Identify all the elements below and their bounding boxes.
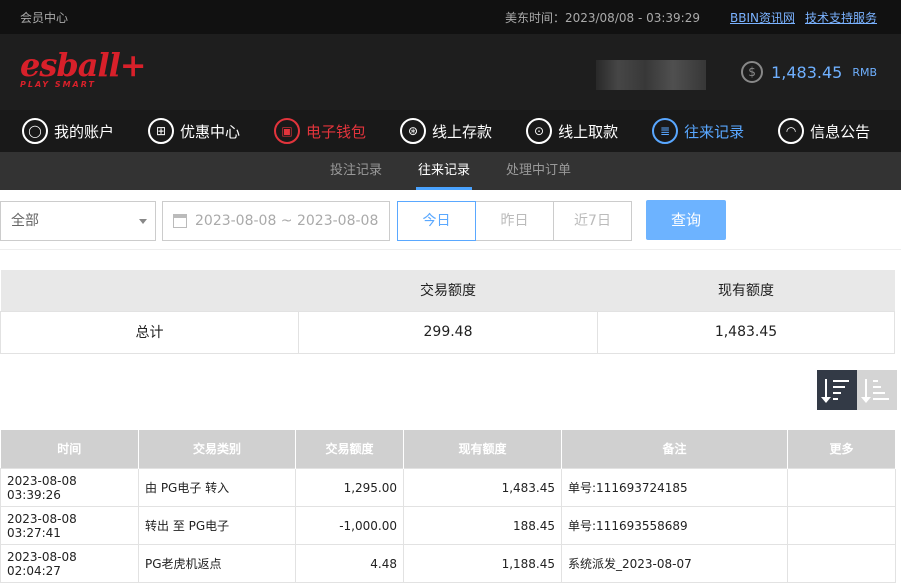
table-row: 2023-08-08 03:27:41 转出 至 PG电子 -1,000.00 …	[0, 506, 896, 545]
date-range-value: 2023-08-08 ~ 2023-08-08	[195, 213, 379, 229]
tab-transaction-records[interactable]: 往来记录	[415, 152, 473, 190]
nav-withdraw[interactable]: ⊙ 线上取款	[526, 118, 618, 144]
wallet-icon: ▣	[274, 118, 301, 144]
nav-announcements[interactable]: ◠ 信息公告	[778, 118, 870, 144]
bell-icon: ◠	[778, 118, 805, 144]
col-type: 交易类别	[138, 429, 296, 469]
user-icon: ◯	[22, 118, 48, 144]
summary-balance: 1,483.45	[597, 310, 895, 354]
today-button[interactable]: 今日	[397, 201, 476, 241]
cell-more[interactable]	[787, 468, 896, 507]
cell-more[interactable]	[787, 544, 896, 583]
last-7-days-button[interactable]: 近7日	[553, 201, 632, 241]
sort-desc-icon	[821, 378, 831, 403]
cell-type: 由 PG电子 转入	[138, 468, 296, 507]
summary-total-label: 总计	[0, 310, 299, 354]
cell-type: PG老虎机返点	[138, 544, 296, 583]
nav-label: 线上取款	[558, 122, 619, 141]
nav-label: 优惠中心	[180, 122, 241, 141]
member-center-label: 会员中心	[20, 10, 69, 25]
nav-e-wallet[interactable]: ▣ 电子钱包	[274, 118, 366, 144]
time-display: 美东时间：2023/08/08 - 03:39:29	[505, 9, 700, 26]
cell-remark: 单号:111693558689	[561, 506, 788, 545]
col-amount: 交易额度	[295, 429, 404, 469]
summary-header	[0, 270, 299, 311]
tech-support-link[interactable]: 技术支持服务	[805, 9, 877, 26]
col-time: 时间	[0, 429, 139, 469]
records-table: 时间 交易类别 交易额度 现有额度 备注 更多 2023-08-08 03:39…	[0, 429, 896, 583]
top-bar-right: 美东时间：2023/08/08 - 03:39:29 BBIN资讯网 技术支持服…	[505, 0, 877, 34]
currency-unit: RMB	[852, 65, 877, 79]
records-header-row: 时间 交易类别 交易额度 现有额度 备注 更多	[0, 429, 896, 469]
balance-amount: 1,483.45	[771, 62, 843, 82]
summary-total-row: 总计 299.48 1,483.45	[0, 310, 895, 354]
summary-amount: 299.48	[298, 310, 598, 354]
sort-ascending-button[interactable]	[857, 369, 897, 410]
type-select[interactable]: 全部	[0, 201, 156, 241]
main-nav: ◯ 我的账户 ⊞ 优惠中心 ▣ 电子钱包 ⊛ 线上存款 ⊙ 线上取款 ≣ 往来记…	[0, 110, 901, 152]
cell-amount: 1,295.00	[295, 468, 404, 507]
time-value: 2023/08/08 - 03:39:29	[564, 10, 700, 25]
gift-icon: ⊞	[148, 118, 175, 144]
table-row: 2023-08-08 03:39:26 由 PG电子 转入 1,295.00 1…	[0, 468, 896, 507]
nav-label: 电子钱包	[306, 122, 367, 141]
cell-balance: 188.45	[403, 506, 562, 545]
cell-balance: 1,188.45	[403, 544, 562, 583]
sub-nav: 投注记录 往来记录 处理中订单	[0, 152, 901, 190]
nav-deposit[interactable]: ⊛ 线上存款	[400, 118, 492, 144]
col-more: 更多	[787, 429, 896, 469]
bbin-news-link[interactable]: BBIN资讯网	[730, 9, 795, 26]
nav-label: 我的账户	[54, 122, 115, 141]
type-select-value: 全部	[11, 213, 39, 229]
sort-controls	[0, 354, 901, 430]
brand-header: esball+ PLAY SMART $ 1,483.45 RMB	[0, 34, 901, 110]
summary-header-row: 交易额度 现有额度	[0, 270, 895, 311]
records-icon: ≣	[652, 118, 679, 144]
nav-records[interactable]: ≣ 往来记录	[652, 118, 744, 144]
time-label: 美东时间：	[504, 10, 565, 25]
cell-time: 2023-08-08 03:39:26	[0, 468, 139, 507]
summary-header: 现有额度	[597, 270, 895, 311]
nav-my-account[interactable]: ◯ 我的账户	[22, 118, 114, 144]
nav-label: 线上存款	[432, 122, 493, 141]
summary-table: 交易额度 现有额度 总计 299.48 1,483.45	[0, 270, 895, 354]
cell-amount: -1,000.00	[295, 506, 404, 545]
deposit-icon: ⊛	[400, 118, 427, 144]
chevron-down-icon	[139, 219, 147, 224]
cell-time: 2023-08-08 03:27:41	[0, 506, 139, 545]
filter-bar: 全部 2023-08-08 ~ 2023-08-08 今日 昨日 近7日 查询	[0, 190, 901, 250]
tab-pending-orders[interactable]: 处理中订单	[504, 152, 573, 190]
cell-more[interactable]	[787, 506, 896, 545]
sort-asc-icon	[861, 378, 871, 403]
balance-display: $ 1,483.45 RMB	[741, 56, 877, 88]
sort-descending-button[interactable]	[817, 369, 857, 410]
redacted-username	[596, 60, 706, 90]
table-row: 2023-08-08 02:04:27 PG老虎机返点 4.48 1,188.4…	[0, 544, 896, 583]
tab-bet-records[interactable]: 投注记录	[328, 152, 384, 190]
yesterday-button[interactable]: 昨日	[475, 201, 554, 241]
logo-text: esball+	[20, 46, 147, 84]
cell-type: 转出 至 PG电子	[138, 506, 296, 545]
cell-balance: 1,483.45	[403, 468, 562, 507]
withdraw-icon: ⊙	[526, 118, 553, 144]
cell-remark: 单号:111693724185	[561, 468, 788, 507]
calendar-icon	[173, 214, 187, 228]
col-balance: 现有额度	[403, 429, 562, 469]
top-bar: 会员中心 美东时间：2023/08/08 - 03:39:29 BBIN资讯网 …	[0, 0, 901, 34]
quick-date-group: 今日 昨日 近7日	[397, 201, 632, 241]
date-range-input[interactable]: 2023-08-08 ~ 2023-08-08	[162, 201, 390, 241]
query-button[interactable]: 查询	[646, 200, 726, 240]
nav-label: 往来记录	[684, 122, 745, 141]
cell-time: 2023-08-08 02:04:27	[0, 544, 139, 583]
esball-logo[interactable]: esball+ PLAY SMART	[20, 46, 147, 89]
summary-header: 交易额度	[298, 270, 598, 311]
coin-icon: $	[741, 61, 764, 83]
nav-promotions[interactable]: ⊞ 优惠中心	[148, 118, 240, 144]
cell-amount: 4.48	[295, 544, 404, 583]
cell-remark: 系统派发_2023-08-07	[561, 544, 788, 583]
col-remark: 备注	[561, 429, 788, 469]
nav-label: 信息公告	[810, 122, 871, 141]
